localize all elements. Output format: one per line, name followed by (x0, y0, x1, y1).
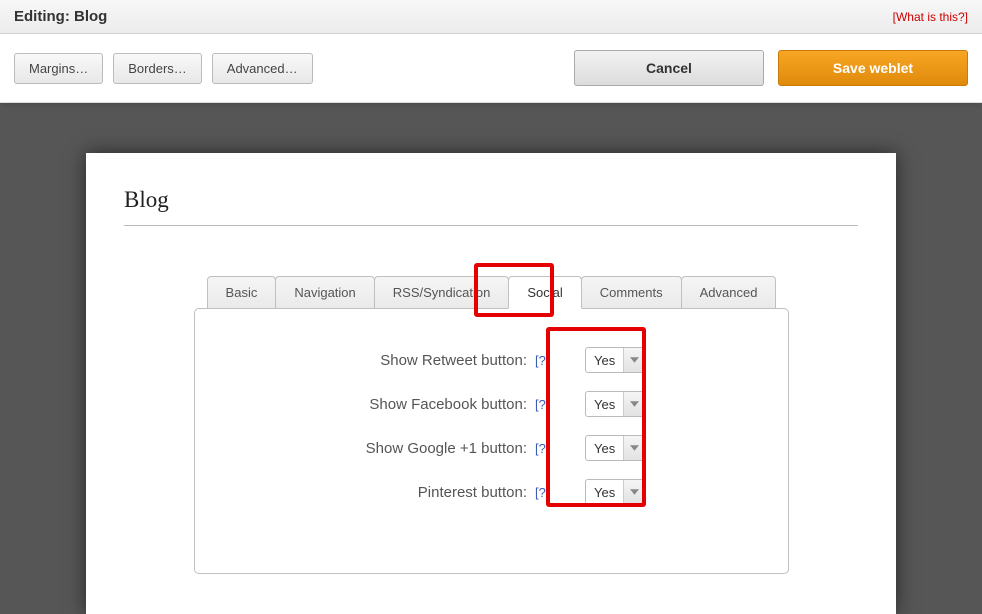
tab-bar: Basic Navigation RSS/Syndication Social … (207, 276, 776, 309)
field-row-retweet: Show Retweet button: [?] Yes (225, 347, 758, 373)
borders-button[interactable]: Borders… (113, 53, 202, 84)
what-is-this-link[interactable]: [What is this?] (893, 10, 968, 24)
dropdown-google-value: Yes (586, 436, 623, 460)
chevron-down-icon (623, 348, 645, 372)
panel-title: Blog (124, 187, 858, 226)
advanced-button[interactable]: Advanced… (212, 53, 313, 84)
dropdown-facebook[interactable]: Yes (585, 391, 646, 417)
field-row-pinterest: Pinterest button: [?] Yes (225, 479, 758, 505)
label-retweet: Show Retweet button: (307, 352, 527, 369)
help-retweet[interactable]: [?] (535, 353, 555, 368)
tab-advanced[interactable]: Advanced (681, 276, 777, 309)
editor-panel: Blog Basic Navigation RSS/Syndication So… (86, 153, 896, 614)
dropdown-retweet[interactable]: Yes (585, 347, 646, 373)
help-facebook[interactable]: [?] (535, 397, 555, 412)
help-pinterest[interactable]: [?] (535, 485, 555, 500)
chevron-down-icon (623, 480, 645, 504)
dropdown-pinterest-value: Yes (586, 480, 623, 504)
workspace: Blog Basic Navigation RSS/Syndication So… (0, 103, 982, 614)
help-google[interactable]: [?] (535, 441, 555, 456)
chevron-down-icon (623, 392, 645, 416)
dropdown-pinterest[interactable]: Yes (585, 479, 646, 505)
header-bar: Editing: Blog [What is this?] (0, 0, 982, 34)
dropdown-facebook-value: Yes (586, 392, 623, 416)
field-row-facebook: Show Facebook button: [?] Yes (225, 391, 758, 417)
toolbar: Margins… Borders… Advanced… Cancel Save … (0, 34, 982, 103)
dropdown-google[interactable]: Yes (585, 435, 646, 461)
chevron-down-icon (623, 436, 645, 460)
tab-content-social: Show Retweet button: [?] Yes Show Facebo… (194, 308, 789, 574)
label-google: Show Google +1 button: (307, 440, 527, 457)
label-facebook: Show Facebook button: (307, 396, 527, 413)
tab-comments[interactable]: Comments (581, 276, 682, 309)
tab-navigation[interactable]: Navigation (275, 276, 374, 309)
cancel-button[interactable]: Cancel (574, 50, 764, 86)
field-row-google: Show Google +1 button: [?] Yes (225, 435, 758, 461)
margins-button[interactable]: Margins… (14, 53, 103, 84)
tab-rss-syndication[interactable]: RSS/Syndication (374, 276, 510, 309)
dropdown-retweet-value: Yes (586, 348, 623, 372)
page-title: Editing: Blog (14, 8, 107, 25)
label-pinterest: Pinterest button: (307, 484, 527, 501)
save-weblet-button[interactable]: Save weblet (778, 50, 968, 86)
tab-social[interactable]: Social (508, 276, 581, 309)
tab-basic[interactable]: Basic (207, 276, 277, 309)
